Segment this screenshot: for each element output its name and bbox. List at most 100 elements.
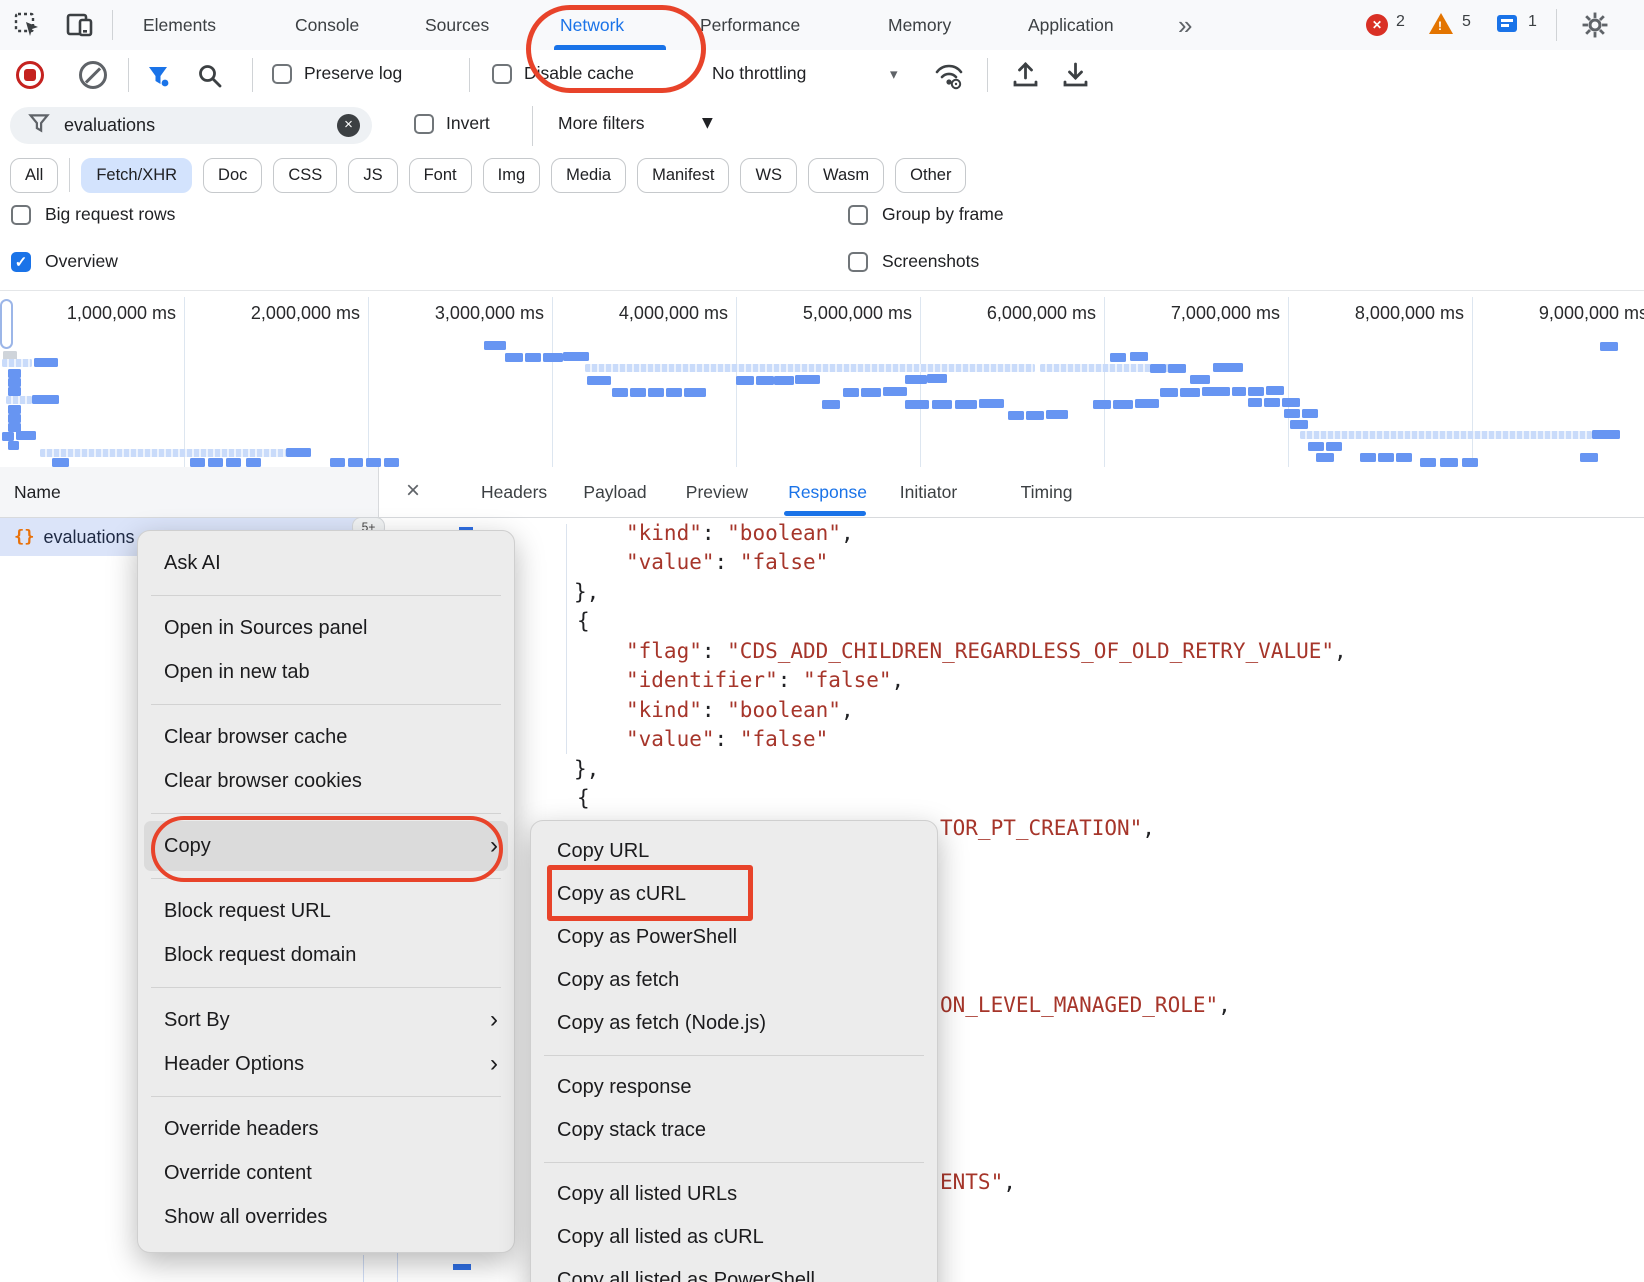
detail-tab-headers[interactable]: Headers	[481, 467, 547, 517]
invert-label[interactable]: Invert	[446, 113, 490, 134]
chip-doc[interactable]: Doc	[203, 158, 262, 193]
submenu-item-copy-response[interactable]: Copy response	[531, 1066, 937, 1109]
record-network-log-icon[interactable]	[16, 61, 44, 89]
waterfall-bar	[1326, 442, 1342, 451]
preserve-log-checkbox[interactable]	[272, 64, 292, 84]
timeline-gridline	[368, 297, 369, 468]
waterfall-bar	[2, 432, 14, 441]
filter-input[interactable]: evaluations ×	[10, 107, 372, 144]
panel-divider[interactable]	[378, 467, 379, 517]
detail-tab-response[interactable]: Response	[788, 467, 867, 517]
clear-filter-icon[interactable]: ×	[337, 114, 360, 137]
clear-network-log-icon[interactable]	[79, 61, 107, 89]
menu-item-clear-browser-cookies[interactable]: Clear browser cookies	[138, 759, 514, 803]
chip-ws[interactable]: WS	[740, 158, 797, 193]
tab-application[interactable]: Application	[1028, 0, 1114, 50]
error-count[interactable]: 2	[1396, 13, 1405, 31]
more-tabs-icon[interactable]: »	[1178, 0, 1192, 50]
menu-item-sort-by[interactable]: Sort By›	[138, 998, 514, 1042]
overview-checkbox[interactable]: ✓	[11, 252, 31, 272]
table-gridline	[363, 1255, 364, 1282]
chip-fetch-xhr[interactable]: Fetch/XHR	[81, 158, 192, 193]
request-name[interactable]: evaluations	[43, 527, 134, 548]
inspect-element-icon[interactable]	[14, 12, 41, 44]
chip-all[interactable]: All	[10, 158, 58, 193]
submenu-item-copy-as-fetch[interactable]: Copy as fetch	[531, 959, 937, 1002]
overview-label[interactable]: Overview	[45, 251, 118, 272]
tab-memory[interactable]: Memory	[888, 0, 951, 50]
throttling-caret-icon[interactable]: ▾	[890, 65, 898, 83]
filter-icon[interactable]	[146, 63, 172, 94]
menu-item-block-request-domain[interactable]: Block request domain	[138, 933, 514, 977]
big-request-rows-checkbox[interactable]	[11, 205, 31, 225]
tab-elements[interactable]: Elements	[143, 0, 216, 50]
submenu-item-copy-as-fetch-node-js-[interactable]: Copy as fetch (Node.js)	[531, 1002, 937, 1045]
submenu-item-copy-stack-trace[interactable]: Copy stack trace	[531, 1109, 937, 1152]
invert-checkbox[interactable]	[414, 114, 434, 134]
chip-wasm[interactable]: Wasm	[808, 158, 884, 193]
timeline-gridline	[1472, 297, 1473, 468]
tab-performance[interactable]: Performance	[700, 0, 800, 50]
chip-img[interactable]: Img	[483, 158, 541, 193]
search-icon[interactable]	[197, 63, 222, 93]
device-toolbar-icon[interactable]	[66, 12, 94, 44]
detail-tab-initiator[interactable]: Initiator	[900, 467, 957, 517]
submenu-item-copy-all-listed-as-powershell[interactable]: Copy all listed as PowerShell	[531, 1259, 937, 1282]
menu-item-header-options[interactable]: Header Options›	[138, 1042, 514, 1086]
screenshots-checkbox[interactable]	[848, 252, 868, 272]
waterfall-bar	[684, 388, 706, 397]
chip-font[interactable]: Font	[409, 158, 472, 193]
more-filters-button[interactable]: More filters	[558, 113, 645, 134]
detail-tab-preview[interactable]: Preview	[686, 467, 748, 517]
menu-item-override-headers[interactable]: Override headers	[138, 1107, 514, 1151]
warning-count[interactable]: 5	[1462, 13, 1471, 31]
preserve-log-label[interactable]: Preserve log	[304, 63, 402, 84]
overview-selection-handle[interactable]	[0, 299, 13, 349]
group-by-frame-label[interactable]: Group by frame	[882, 204, 1004, 225]
disable-cache-checkbox[interactable]	[492, 64, 512, 84]
import-har-icon[interactable]	[1012, 61, 1039, 94]
menu-item-block-request-url[interactable]: Block request URL	[138, 889, 514, 933]
chip-css[interactable]: CSS	[273, 158, 337, 193]
submenu-item-copy-all-listed-as-curl[interactable]: Copy all listed as cURL	[531, 1216, 937, 1259]
divider	[469, 58, 470, 92]
menu-item-ask-ai[interactable]: Ask AI	[138, 541, 514, 585]
chip-js[interactable]: JS	[348, 158, 397, 193]
more-filters-caret-icon[interactable]: ▼	[702, 115, 713, 131]
menu-item-override-content[interactable]: Override content	[138, 1151, 514, 1195]
network-overview-timeline[interactable]: 1,000,000 ms2,000,000 ms3,000,000 ms4,00…	[0, 290, 1644, 469]
chip-manifest[interactable]: Manifest	[637, 158, 729, 193]
network-conditions-icon[interactable]	[933, 60, 965, 95]
name-column-header[interactable]: Name	[14, 467, 61, 517]
menu-item-open-in-new-tab[interactable]: Open in new tab	[138, 650, 514, 694]
menu-item-clear-browser-cache[interactable]: Clear browser cache	[138, 715, 514, 759]
waterfall-bar	[630, 388, 646, 397]
waterfall-bar	[348, 458, 363, 467]
submenu-item-copy-as-powershell[interactable]: Copy as PowerShell	[531, 916, 937, 959]
divider	[1556, 9, 1557, 41]
message-count[interactable]: 1	[1528, 13, 1537, 31]
waterfall-bar	[1396, 453, 1412, 462]
warning-badge-icon[interactable]: !	[1429, 13, 1453, 34]
menu-item-open-in-sources-panel[interactable]: Open in Sources panel	[138, 606, 514, 650]
menu-item-show-all-overrides[interactable]: Show all overrides	[138, 1195, 514, 1239]
group-by-frame-checkbox[interactable]	[848, 205, 868, 225]
big-request-rows-label[interactable]: Big request rows	[45, 204, 175, 225]
message-badge-icon[interactable]	[1497, 15, 1517, 32]
detail-tab-payload[interactable]: Payload	[583, 467, 646, 517]
chip-other[interactable]: Other	[895, 158, 966, 193]
settings-gear-icon[interactable]	[1582, 12, 1608, 43]
chip-media[interactable]: Media	[551, 158, 626, 193]
screenshots-label[interactable]: Screenshots	[882, 251, 979, 272]
submenu-item-copy-all-listed-urls[interactable]: Copy all listed URLs	[531, 1173, 937, 1216]
waterfall-bar	[1093, 400, 1111, 409]
waterfall-bar	[1026, 411, 1044, 420]
tab-console[interactable]: Console	[295, 0, 359, 50]
detail-tab-timing[interactable]: Timing	[1021, 467, 1073, 517]
close-detail-pane-icon[interactable]: ×	[406, 467, 420, 517]
tab-sources[interactable]: Sources	[425, 0, 489, 50]
export-har-icon[interactable]	[1062, 61, 1089, 94]
filter-input-value[interactable]: evaluations	[64, 115, 155, 136]
throttling-select[interactable]: No throttling	[712, 63, 806, 84]
error-badge-icon[interactable]: ✕	[1366, 14, 1388, 36]
